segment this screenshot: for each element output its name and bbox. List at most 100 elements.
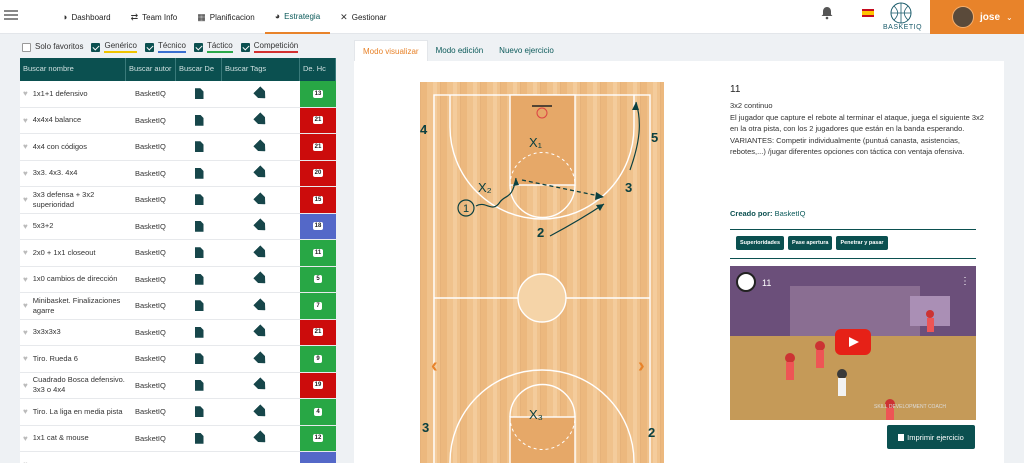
name-cell: ♥ 4x4 con códigos (20, 134, 126, 160)
document-icon[interactable] (194, 353, 204, 365)
tag-icon[interactable] (253, 271, 269, 287)
heart-icon[interactable]: ♥ (23, 328, 28, 337)
description-cell (176, 187, 222, 213)
heart-icon[interactable]: ♥ (23, 354, 28, 363)
video-player[interactable]: 11 ⋮ SKILL DEVELOPMENT COACH (730, 266, 976, 420)
tag-icon[interactable] (253, 139, 269, 155)
heart-icon[interactable]: ♥ (23, 381, 28, 390)
table-row[interactable]: ♥ 2x0 + 1x1 closeout BasketIQ 11 (20, 240, 336, 267)
table-row[interactable]: ♥ 3x3 defensa + 3x2 superioridad BasketIQ 1… (20, 187, 336, 214)
table-row[interactable]: ♥ Cuadrado Bosca defensivo. 3x3 o 4x4 Bask… (20, 372, 336, 399)
table-row[interactable]: ♥ 1x1+1 defensivo BasketIQ 13 (20, 81, 336, 108)
play-button[interactable] (835, 329, 871, 355)
tag-icon[interactable] (253, 112, 269, 128)
heart-icon[interactable]: ♥ (23, 89, 28, 98)
checkbox[interactable] (22, 42, 31, 52)
table-row[interactable]: ♥ 4x4x4 balance BasketIQ 21 (20, 107, 336, 134)
tag-pill[interactable]: Pase apertura (788, 236, 833, 250)
tab-nuevo-ejercicio[interactable]: Nuevo ejercicio (491, 40, 562, 62)
nav-estrategia[interactable]: ◕ Estrategia (264, 0, 331, 34)
nav-planificacion[interactable]: ▦ Planificacion (187, 0, 264, 34)
document-icon[interactable] (194, 406, 204, 418)
filter-tecnico[interactable]: Técnico (144, 41, 186, 53)
checkbox[interactable] (240, 42, 250, 52)
table-row[interactable]: ♥ Tiro. Rueda 6 BasketIQ 9 (20, 346, 336, 373)
previous-arrow-icon[interactable]: ‹ (431, 355, 438, 378)
print-exercise-button[interactable]: Imprimir ejercicio (887, 425, 975, 449)
document-icon[interactable] (194, 114, 204, 126)
tag-pill[interactable]: Penetrar y pasar (836, 236, 888, 250)
document-icon[interactable] (194, 247, 204, 259)
table-row[interactable]: ♥ 4x4 con códigos BasketIQ 21 (20, 134, 336, 161)
table-row[interactable]: ♥ Tiro. La liga en media pista BasketIQ 4 (20, 399, 336, 426)
tag-icon[interactable] (253, 298, 269, 314)
document-icon[interactable] (194, 194, 204, 206)
table-row[interactable]: ♥ (20, 452, 336, 463)
spain-flag-icon[interactable] (862, 9, 874, 17)
tag-icon[interactable] (253, 351, 269, 367)
bell-icon[interactable] (820, 6, 834, 20)
tag-icon[interactable] (253, 404, 269, 420)
heart-icon[interactable]: ♥ (23, 407, 28, 416)
document-icon[interactable] (194, 167, 204, 179)
filter-solo-favoritos[interactable]: Solo favoritos (22, 42, 83, 52)
user-menu[interactable]: jose ⌄ (930, 0, 1024, 34)
checkbox[interactable] (144, 42, 154, 52)
next-arrow-icon[interactable]: › (638, 355, 645, 378)
tag-icon[interactable] (253, 324, 269, 340)
heart-icon[interactable]: ♥ (23, 275, 28, 284)
tag-icon[interactable] (253, 245, 269, 261)
tag-icon[interactable] (253, 377, 269, 393)
more-options-icon[interactable]: ⋮ (960, 276, 970, 287)
tag-icon[interactable] (253, 192, 269, 208)
document-icon[interactable] (194, 273, 204, 285)
document-icon[interactable] (194, 141, 204, 153)
nav-gestionar[interactable]: ✕ Gestionar (330, 0, 396, 34)
search-description-header[interactable]: Buscar De (176, 58, 222, 81)
document-icon[interactable] (194, 220, 204, 232)
heart-icon[interactable]: ♥ (23, 142, 28, 151)
heart-icon[interactable]: ♥ (23, 116, 28, 125)
heart-icon[interactable]: ♥ (23, 169, 28, 178)
heart-icon[interactable]: ♥ (23, 301, 28, 310)
nav-dashboard[interactable]: ◑ Dashboard (52, 0, 121, 34)
tag-icon[interactable] (253, 218, 269, 234)
channel-icon[interactable] (736, 272, 756, 292)
table-row[interactable]: ♥ 3x3. 4x3. 4x4 BasketIQ 20 (20, 160, 336, 187)
creator-name: BasketIQ (774, 209, 806, 218)
difficulty-header[interactable]: De. Hc (300, 58, 336, 81)
checkbox[interactable] (193, 42, 203, 52)
tag-pill[interactable]: Superioridades (736, 236, 785, 250)
table-row[interactable]: ♥ 5x3+2 BasketIQ 18 (20, 213, 336, 240)
document-icon[interactable] (194, 379, 204, 391)
filter-tactico[interactable]: Táctico (193, 41, 233, 53)
menu-icon[interactable] (4, 8, 18, 22)
tag-icon[interactable] (253, 430, 269, 446)
table-row[interactable]: ♥ Minibasket. Finalizaciones agarre Basket… (20, 293, 336, 320)
exercise-name: 5x3+2 (32, 221, 54, 231)
table-row[interactable]: ♥ 3x3x3x3 BasketIQ 21 (20, 319, 336, 346)
tag-icon[interactable] (253, 165, 269, 181)
filter-competicion[interactable]: Competición (240, 41, 299, 53)
heart-icon[interactable]: ♥ (23, 195, 28, 204)
filter-generico[interactable]: Genérico (91, 41, 137, 53)
heart-icon[interactable]: ♥ (23, 434, 28, 443)
tag-icon[interactable] (253, 86, 269, 102)
table-row[interactable]: ♥ 1x0 cambios de dirección BasketIQ 5 (20, 266, 336, 293)
table-row[interactable]: ♥ 1x1 cat & mouse BasketIQ 12 (20, 425, 336, 452)
heart-icon[interactable]: ♥ (23, 248, 28, 257)
tab-modo-edicion[interactable]: Modo edición (428, 40, 492, 62)
heart-icon[interactable]: ♥ (23, 222, 28, 231)
document-icon[interactable] (194, 300, 204, 312)
document-icon[interactable] (194, 432, 204, 444)
document-icon[interactable] (194, 88, 204, 100)
video-title[interactable]: 11 (762, 278, 771, 288)
search-tags-header[interactable]: Buscar Tags (222, 58, 300, 81)
tab-modo-visualizar[interactable]: Modo visualizar (354, 40, 428, 62)
description-cell (176, 320, 222, 346)
search-name-header[interactable]: Buscar nombre (20, 58, 126, 81)
checkbox[interactable] (91, 42, 101, 52)
nav-team-info[interactable]: ⇄ Team Info (121, 0, 188, 34)
document-icon[interactable] (194, 326, 204, 338)
search-author-header[interactable]: Buscar autor (126, 58, 176, 81)
